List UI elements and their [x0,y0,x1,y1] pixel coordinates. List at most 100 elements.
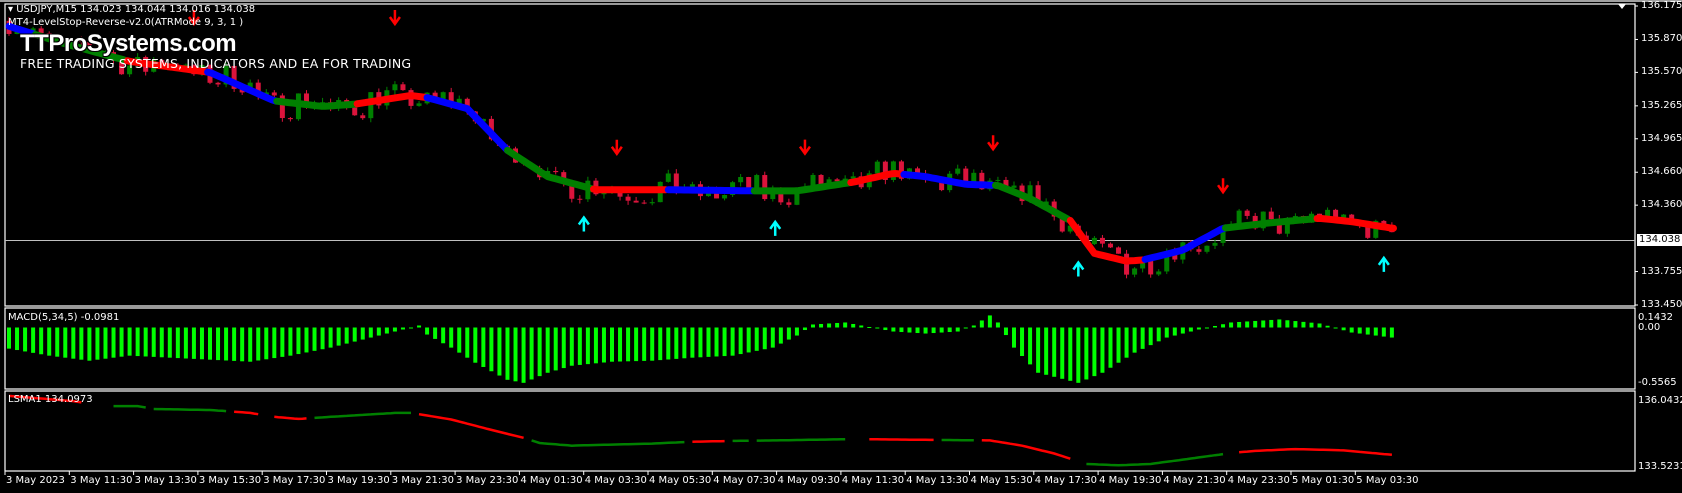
macd-bar [1132,327,1137,353]
macd-bar [1253,320,1258,328]
candle-body [641,202,647,204]
macd-bar [505,327,510,380]
macd-bar [248,327,253,362]
time-tick-label: 4 May 15:30 [970,475,1033,486]
candle-body [874,161,880,174]
levelstop-segment-red [590,185,670,194]
macd-bar [392,327,397,332]
time-tick-label: 4 May 11:30 [841,475,905,486]
macd-bar [963,327,968,329]
candle-body [1116,247,1122,254]
time-tick-label: 3 May 17:30 [263,475,326,486]
macd-histogram [7,315,1394,383]
macd-bar [296,327,301,355]
macd-zero-label: 0.00 [1638,322,1661,333]
macd-bar [441,327,446,344]
candle-body [1212,242,1218,246]
dropdown-triangle-icon[interactable]: ▾ [8,4,13,15]
candle-body [1156,271,1162,275]
price-tick-label: 134.965 [1641,132,1682,144]
macd-bar [851,323,856,328]
lsma-segment-red [692,439,725,443]
macd-bar [1060,327,1065,379]
candle-body [818,174,824,185]
macd-bar [931,327,936,334]
time-tick-label: 3 May 21:30 [391,475,455,486]
macd-bar [1204,327,1209,329]
candle-body [287,118,293,120]
macd-bar [264,327,269,360]
macd-bar [666,327,671,360]
macd-bar [191,327,196,359]
macd-bar [425,327,430,335]
macd-bar [15,327,20,351]
time-tick-label: 3 May 19:30 [327,475,390,486]
macd-bar [722,327,727,357]
candle-body [271,92,277,96]
macd-bar [634,327,639,362]
macd-bar [891,327,896,332]
symbol-header[interactable]: ▾ USDJPY,M15 134.023 134.044 134.016 134… [8,4,255,16]
time-tick-label: 5 May 01:30 [1292,475,1355,486]
lsma-segment-green [756,437,846,442]
buy-arrow-icon [1377,255,1390,272]
macd-bar [135,327,140,357]
macd-bar [971,325,976,328]
lsma-segment-red [234,410,259,416]
macd-bar [585,327,590,365]
indicator-label: MT4-LevelStop-Reverse-v2.0(ATRMode 9, 3,… [8,17,244,28]
buy-arrow-icon [1072,260,1085,277]
macd-bar [1148,327,1153,346]
macd-bar [224,327,229,361]
lsma-segment-red [1238,447,1393,457]
macd-bar [304,327,309,353]
price-tick-label: 135.870 [1641,33,1682,45]
macd-bar [1044,327,1049,375]
macd-bar [216,327,221,361]
macd-bar [344,327,349,344]
macd-bar [835,322,840,328]
candle-body [577,198,583,200]
macd-bar [240,327,245,362]
macd-bar [626,327,631,362]
macd-bar [1028,327,1033,365]
macd-bar [1213,325,1217,328]
candle-body [1244,210,1250,216]
macd-bar [71,327,76,359]
candle-body [553,170,559,173]
candle-body [1099,237,1105,244]
price-tick-label: 135.570 [1641,66,1682,78]
macd-bar [449,327,454,348]
candle-body [1204,245,1210,252]
macd-bar [883,327,888,331]
macd-bar [867,326,872,328]
candle-body [625,196,631,201]
candle-body [400,84,406,91]
macd-bar [1140,327,1145,349]
macd-bar [1389,327,1394,338]
candle-body [1091,237,1097,245]
macd-bar [698,327,703,358]
macd-bar [23,327,28,352]
chart-scroll-marker[interactable] [1618,4,1626,9]
chart-canvas[interactable] [0,0,1682,493]
macd-bar [167,327,172,358]
price-tick-label: 134.660 [1641,166,1682,178]
macd-label: MACD(5,34,5) -0.0981 [8,312,120,323]
macd-bar [208,327,212,360]
macd-bar [843,322,848,328]
candle-body [722,195,728,199]
macd-bar [400,327,405,330]
macd-bar [1020,327,1025,357]
candle-body [746,177,752,188]
macd-bar [1100,327,1105,373]
candle-body [1132,268,1138,275]
lsma-segment-red [981,439,1071,460]
macd-bar [1076,327,1081,383]
macd-bar [119,327,124,357]
macd-bar [336,327,341,346]
macd-bar [111,327,116,358]
macd-bar [175,327,180,359]
macd-bar [802,327,807,331]
lsma-segment-red [274,415,307,421]
